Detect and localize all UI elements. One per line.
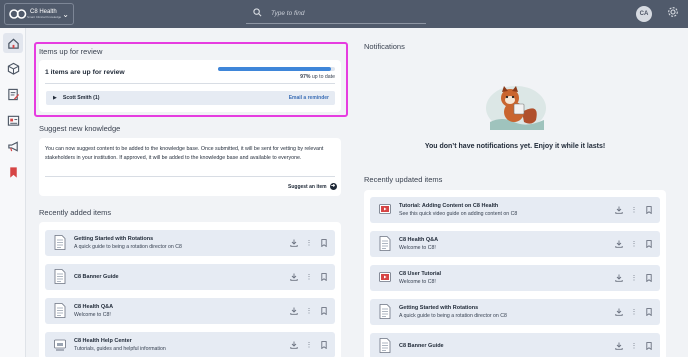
sidebar-item-bookmarks[interactable] <box>3 162 23 182</box>
bookmark-icon[interactable] <box>644 239 654 249</box>
document-icon <box>54 269 66 284</box>
calendar-card-icon <box>7 115 19 126</box>
sidebar-item-knowledge[interactable] <box>3 58 23 78</box>
item-subtitle: Tutorials, guides and helpful informatio… <box>74 346 166 352</box>
arrow-right-icon: ➜ <box>329 183 337 190</box>
list-item[interactable]: C8 Health Q&A Welcome to C8! ⋮ <box>45 298 335 324</box>
more-options-icon[interactable]: ⋮ <box>304 340 314 350</box>
suggest-section-title: Suggest new knowledge <box>39 124 121 133</box>
red-panda-illustration <box>486 86 546 130</box>
item-title[interactable]: C8 Banner Guide <box>74 274 119 280</box>
item-title[interactable]: Getting Started with Rotations <box>74 236 153 242</box>
list-item[interactable]: C8 Health Q&A Welcome to C8! ⋮ <box>370 231 660 257</box>
notifications-title: Notifications <box>364 42 405 51</box>
search-input[interactable] <box>271 10 421 17</box>
c8-logo-icon <box>9 9 27 19</box>
item-title[interactable]: Tutorial: Adding Content on C8 Health <box>399 203 498 209</box>
item-subtitle: Welcome to C8! <box>399 279 436 285</box>
item-title[interactable]: C8 User Tutorial <box>399 271 441 277</box>
more-options-icon[interactable]: ⋮ <box>304 306 314 316</box>
item-title[interactable]: C8 Banner Guide <box>399 343 444 349</box>
document-icon <box>379 304 391 319</box>
search-icon <box>249 8 265 19</box>
list-item[interactable]: C8 Health Help Center Tutorials, guides a… <box>45 332 335 357</box>
item-subtitle: See this quick video guide on adding con… <box>399 211 518 217</box>
more-options-icon[interactable]: ⋮ <box>629 205 639 215</box>
list-item[interactable]: Tutorial: Adding Content on C8 Health See… <box>370 197 660 223</box>
highlight-outline <box>34 42 348 117</box>
sidebar-item-announcements[interactable] <box>3 136 23 156</box>
item-subtitle: A quick guide to being a rotation direct… <box>74 244 182 250</box>
edit-note-icon <box>7 88 19 100</box>
download-icon[interactable] <box>614 307 624 317</box>
download-icon[interactable] <box>614 205 624 215</box>
suggest-description: You can now suggest content to be added … <box>45 146 324 161</box>
list-item[interactable]: C8 User Tutorial Welcome to C8! ⋮ <box>370 265 660 291</box>
item-title[interactable]: Getting Started with Rotations <box>399 305 478 311</box>
download-icon[interactable] <box>614 341 624 351</box>
bookmark-icon[interactable] <box>644 273 654 283</box>
video-icon <box>379 204 391 214</box>
item-subtitle: Welcome to C8! <box>399 245 436 251</box>
video-icon <box>379 272 391 282</box>
suggest-item-link[interactable]: Suggest an item ➜ <box>288 183 337 190</box>
more-options-icon[interactable]: ⋮ <box>304 238 314 248</box>
document-icon <box>54 303 66 318</box>
bookmark-icon[interactable] <box>319 272 329 282</box>
bookmark-icon[interactable] <box>319 340 329 350</box>
sidebar-item-calendar[interactable] <box>3 110 23 130</box>
recently-updated-title: Recently updated items <box>364 175 443 184</box>
bookmark-icon[interactable] <box>644 341 654 351</box>
document-icon <box>379 338 391 353</box>
bookmark-icon[interactable] <box>319 238 329 248</box>
more-options-icon[interactable]: ⋮ <box>629 239 639 249</box>
list-item[interactable]: Getting Started with Rotations A quick gu… <box>45 230 335 256</box>
item-title[interactable]: C8 Health Q&A <box>399 237 438 243</box>
workspace-switcher[interactable]: C8 Health Smart Clinical Knowledge ⌄ <box>4 3 74 25</box>
sidebar-item-home[interactable] <box>3 33 23 53</box>
home-icon <box>7 38 19 49</box>
top-bar: C8 Health Smart Clinical Knowledge ⌄ CA <box>0 0 688 28</box>
megaphone-icon <box>7 140 18 152</box>
more-options-icon[interactable]: ⋮ <box>629 341 639 351</box>
list-item[interactable]: C8 Banner Guide ⋮ <box>45 264 335 290</box>
gear-icon[interactable] <box>666 6 680 20</box>
cube-icon <box>7 62 19 75</box>
download-icon[interactable] <box>289 306 299 316</box>
brand-tagline: Smart Clinical Knowledge <box>27 15 62 19</box>
bookmark-icon[interactable] <box>644 205 654 215</box>
recently-added-title: Recently added items <box>39 208 112 217</box>
more-options-icon[interactable]: ⋮ <box>629 273 639 283</box>
chevron-down-icon[interactable]: ⌄ <box>62 10 69 19</box>
document-icon <box>54 235 66 250</box>
item-subtitle: A quick guide to being a rotation direct… <box>399 313 507 319</box>
more-options-icon[interactable]: ⋮ <box>629 307 639 317</box>
search-bar[interactable] <box>246 4 426 24</box>
notifications-empty-text: You don’t have notifications yet. Enjoy … <box>424 143 606 150</box>
item-title[interactable]: C8 Health Help Center <box>74 338 132 344</box>
avatar[interactable]: CA <box>636 6 652 22</box>
download-icon[interactable] <box>614 239 624 249</box>
download-icon[interactable] <box>614 273 624 283</box>
item-title[interactable]: C8 Health Q&A <box>74 304 113 310</box>
item-subtitle: Welcome to C8! <box>74 312 111 318</box>
bookmark-icon <box>9 166 17 178</box>
document-icon <box>379 236 391 251</box>
list-item[interactable]: Getting Started with Rotations A quick gu… <box>370 299 660 325</box>
download-icon[interactable] <box>289 238 299 248</box>
suggest-item-label: Suggest an item <box>288 183 327 190</box>
list-item[interactable]: C8 Banner Guide ⋮ <box>370 333 660 357</box>
download-icon[interactable] <box>289 272 299 282</box>
divider <box>45 176 335 177</box>
sidebar-item-edit[interactable] <box>3 84 23 104</box>
bookmark-icon[interactable] <box>644 307 654 317</box>
sidebar <box>0 28 26 357</box>
download-icon[interactable] <box>289 340 299 350</box>
bookmark-icon[interactable] <box>319 306 329 316</box>
help-center-icon <box>54 339 66 351</box>
more-options-icon[interactable]: ⋮ <box>304 272 314 282</box>
